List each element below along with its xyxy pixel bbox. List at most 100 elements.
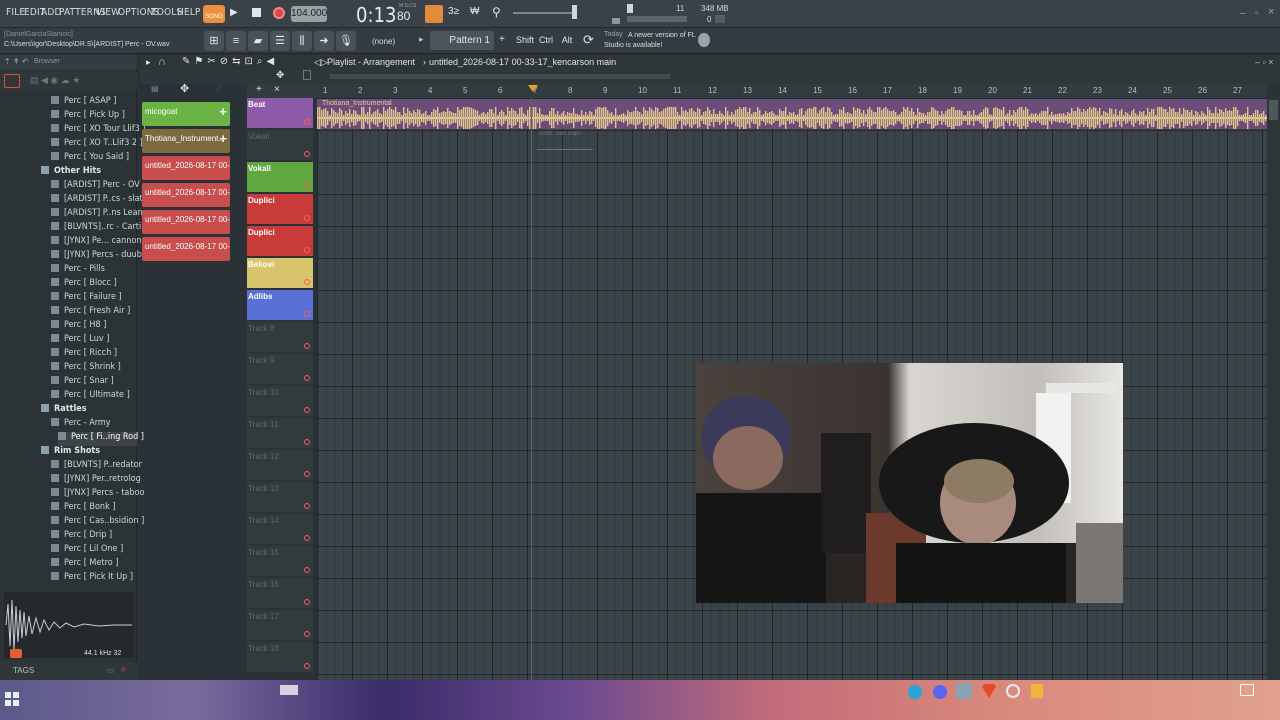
track-header[interactable]: Track 18	[247, 642, 313, 672]
online-news-icon[interactable]: ⟳	[583, 32, 594, 48]
menu-file[interactable]: FILE	[6, 7, 25, 18]
playlist-scroll-box-icon[interactable]	[303, 70, 311, 80]
master-pitch-handle[interactable]	[572, 5, 577, 19]
picker-list-icon[interactable]: ▤	[151, 84, 159, 93]
track-header[interactable]: Duplici	[247, 226, 313, 256]
browser-filter-all-icon[interactable]	[4, 74, 20, 88]
browser-file[interactable]: Perc [ Cas..bsidion ]	[51, 516, 144, 530]
beat-clip[interactable]: Thotiana_Instrumental	[317, 99, 1267, 129]
track-mute-icon[interactable]	[304, 343, 310, 349]
browser-file[interactable]: Perc [ H8 ]	[51, 320, 106, 334]
tags-folder-icon[interactable]: ▭	[106, 665, 115, 676]
playlist-overview-scrollbar[interactable]	[330, 74, 670, 79]
add-pattern-icon[interactable]: +	[219, 104, 227, 119]
pattern-song-toggle[interactable]	[425, 5, 443, 23]
browser-file[interactable]: Perc [ Fi..ing Rod ]	[58, 432, 144, 446]
track-header[interactable]: Track 16	[247, 578, 313, 608]
track-mute-icon[interactable]	[304, 535, 310, 541]
picker-item[interactable]: Thotiana_Instrument.. +	[142, 129, 230, 153]
browser-file[interactable]: Perc [ Failure ]	[51, 292, 122, 306]
pattern-selector[interactable]: Pattern 1	[430, 31, 494, 50]
browser-file[interactable]: Perc [ XO T..Llif3 2 ]	[51, 138, 143, 152]
browser-file[interactable]: Perc [ Shrink ]	[51, 362, 121, 376]
wait-icon[interactable]: ⚲	[492, 5, 501, 19]
track-header[interactable]: Track 8	[247, 322, 313, 352]
minimize-icon[interactable]: –	[1240, 8, 1246, 19]
menu-view[interactable]: VIEW	[96, 7, 120, 18]
add-track-icon[interactable]: +	[256, 84, 262, 95]
track-mute-icon[interactable]	[304, 439, 310, 445]
browser-file[interactable]: [JYNX] Percs - duubi	[51, 250, 144, 264]
track-header[interactable]: Beat	[247, 98, 313, 128]
browser-file[interactable]: [JYNX] Per..retrolog	[51, 474, 141, 488]
track-header[interactable]: Track 10	[247, 386, 313, 416]
track-mute-icon[interactable]	[304, 311, 310, 317]
discord-icon[interactable]	[933, 685, 947, 699]
track-header[interactable]: Duplici	[247, 194, 313, 224]
metronome-icon[interactable]: ₩	[470, 6, 479, 17]
channel-rack-icon[interactable]: ☰	[270, 31, 290, 51]
browser-file[interactable]: Perc [ Blocc ]	[51, 278, 117, 292]
track-header[interactable]: Vokali	[247, 162, 313, 192]
browser-file[interactable]: Perc [ Drip ]	[51, 530, 112, 544]
track-mute-icon[interactable]	[304, 631, 310, 637]
track-header[interactable]: Adlibs	[247, 290, 313, 320]
track-mute-icon[interactable]	[304, 183, 310, 189]
browser-file[interactable]: Perc [ Snar ]	[51, 376, 114, 390]
track-mute-icon[interactable]	[304, 375, 310, 381]
track-mute-icon[interactable]	[304, 599, 310, 605]
track-header[interactable]: Track 15	[247, 546, 313, 576]
track-mute-icon[interactable]	[304, 471, 310, 477]
browser-file[interactable]: Perc [ Bonk ]	[51, 502, 116, 516]
step-edit-icon[interactable]: 3≥	[448, 6, 459, 17]
obs-icon[interactable]	[1006, 684, 1020, 698]
track-header[interactable]: Track 13	[247, 482, 313, 512]
picker-brush-icon[interactable]: ⟋	[216, 84, 222, 94]
pitch-knob-icon[interactable]	[612, 18, 620, 24]
song-mode-button[interactable]: SONG	[203, 5, 225, 23]
picker-item[interactable]: micogoat +	[142, 102, 230, 126]
track-header[interactable]: Track 12	[247, 450, 313, 480]
track-header[interactable]: Track 11	[247, 418, 313, 448]
ctrl-button[interactable]: Ctrl	[537, 32, 555, 49]
browser-file[interactable]: Perc [ Pick Up ]	[51, 110, 125, 124]
browser-file[interactable]: [ARDIST] P..ns Lean	[51, 208, 143, 222]
browser-file[interactable]: Perc - Army	[51, 418, 111, 432]
play-icon[interactable]: ▶	[230, 7, 242, 19]
browser-file[interactable]: [BLVNTS] P..redator	[51, 460, 142, 474]
track-header[interactable]: Bekovi	[247, 258, 313, 288]
track-header[interactable]: Vokali	[247, 130, 313, 160]
track-mute-icon[interactable]	[304, 279, 310, 285]
sample-waveform-preview[interactable]	[4, 592, 134, 658]
alt-button[interactable]: Alt	[559, 32, 575, 49]
maximize-icon[interactable]: ▫	[1255, 8, 1259, 19]
master-pitch-slider[interactable]	[513, 12, 575, 14]
add-pattern-icon[interactable]: +	[499, 34, 505, 45]
vokali-clip[interactable]: untitl...son main	[535, 131, 595, 153]
browser-file[interactable]: Perc [ Metro ]	[51, 558, 118, 572]
browser-file[interactable]: Perc [ Ultimate ]	[51, 390, 130, 404]
picker-move-icon[interactable]: ✥	[180, 82, 189, 95]
browser-filter-icons[interactable]: ▤ ◀ ◉ ☁ ★	[30, 75, 80, 86]
browser-nav-icon[interactable]: ⇡ ↟ ↶	[4, 57, 29, 66]
tags-search-icon[interactable]: ⌕	[121, 664, 127, 675]
news-text[interactable]: A newer version of FL Studio is availabl…	[604, 31, 696, 51]
tempo-display[interactable]: 104.000	[291, 6, 327, 22]
microphone-icon[interactable]: 🎙	[336, 31, 356, 51]
magnet-icon[interactable]: ∩	[158, 56, 166, 68]
add-pattern-icon[interactable]: +	[219, 131, 227, 146]
snap-icon[interactable]: ⊞	[204, 31, 224, 51]
browser-file[interactable]: Perc [ Fresh Air ]	[51, 306, 130, 320]
playlist-icon[interactable]: ≡	[226, 31, 246, 51]
picker-item[interactable]: untitled_2026-08-17 00-..	[142, 156, 230, 180]
browser-folder[interactable]: Rattles	[41, 404, 87, 418]
record-icon[interactable]	[273, 7, 285, 19]
browser-file[interactable]: Perc [ Pick It Up ]	[51, 572, 133, 586]
playlist-menu-arrow-icon[interactable]: ▸	[146, 57, 151, 68]
browser-folder[interactable]: Rim Shots	[41, 446, 100, 460]
pattern-none-select[interactable]: (none)	[372, 37, 395, 46]
browser-file[interactable]: [JYNX] Percs - taboo	[51, 488, 144, 502]
browser-file[interactable]: [BLVNTS]..rc - Carti	[51, 222, 141, 236]
browser-file[interactable]: Perc [ Luv ]	[51, 334, 109, 348]
zoom-icon[interactable]: ✥	[276, 70, 284, 81]
